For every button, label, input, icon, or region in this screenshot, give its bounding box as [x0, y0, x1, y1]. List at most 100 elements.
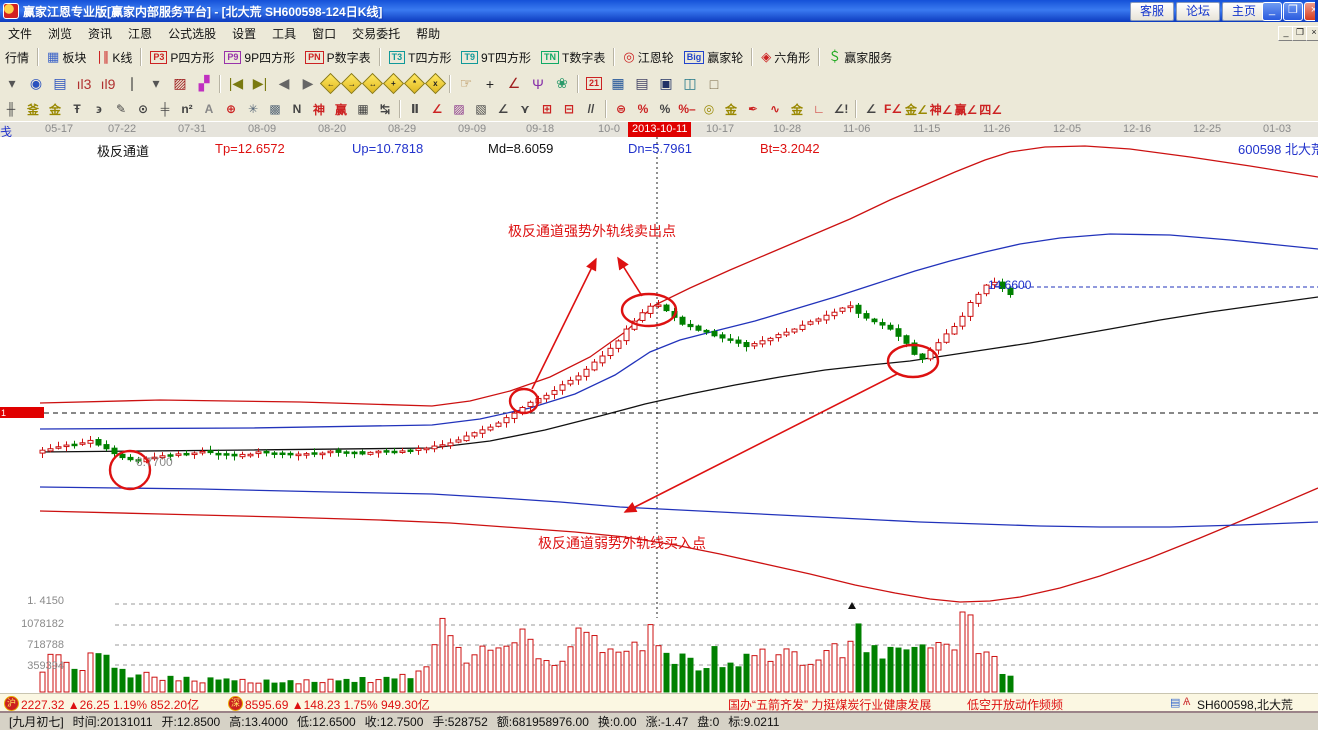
- nav-calendar-icon[interactable]: 21: [583, 74, 605, 94]
- gann-grid-123-icon[interactable]: ▦: [353, 100, 373, 118]
- nav-list-tool-icon[interactable]: ▤: [49, 74, 71, 94]
- list-mini-icon[interactable]: ▤: [1170, 696, 1180, 709]
- gann-gold-gate-2-icon[interactable]: 金: [45, 100, 65, 118]
- gann-shen-tool-icon[interactable]: 神: [309, 100, 329, 118]
- menu-item-资讯[interactable]: 资讯: [80, 23, 120, 44]
- gann-alert-angle-icon[interactable]: ∠!: [831, 100, 851, 118]
- gann-angle-plain-icon[interactable]: ∠: [861, 100, 881, 118]
- toolbar-button-gann-wheel[interactable]: ◎江恩轮: [623, 49, 673, 66]
- date-tick-11-26[interactable]: 11-26: [983, 123, 1010, 135]
- toolbar-button-sectors[interactable]: ▦板块: [47, 49, 86, 66]
- toolbar-button-winner-service[interactable]: ＄赢家服务: [828, 49, 892, 66]
- gann-fan-box-icon[interactable]: ▧: [471, 100, 491, 118]
- gann-a-line-icon[interactable]: A: [199, 100, 219, 118]
- nav-prev-icon[interactable]: ◀: [273, 74, 295, 94]
- gann-ying-tool-icon[interactable]: 赢: [331, 100, 351, 118]
- nav-angle-measure-icon[interactable]: ∠: [503, 74, 525, 94]
- toolbar-button-kline[interactable]: ∣∥K线: [96, 49, 132, 66]
- menu-item-文件[interactable]: 文件: [0, 23, 40, 44]
- toolbar-button-t-square[interactable]: T3T四方形: [389, 49, 452, 66]
- window-minimize-button[interactable]: _: [1262, 2, 1282, 21]
- gann-fan-red-icon[interactable]: ∠: [427, 100, 447, 118]
- gann-gold-gate-1-icon[interactable]: 釜: [23, 100, 43, 118]
- gann-web-square-icon[interactable]: ▩: [265, 100, 285, 118]
- nav-save-icon[interactable]: ▣: [655, 74, 677, 94]
- gann-angle-four-icon[interactable]: 四∠: [979, 100, 1002, 118]
- gann-angle-shen-icon[interactable]: 神∠: [930, 100, 953, 118]
- gann-pen-icon[interactable]: ✎: [111, 100, 131, 118]
- nav-zoom-star-icon[interactable]: *: [404, 73, 425, 94]
- toolbar-button-9p-square[interactable]: P99P四方形: [224, 49, 295, 66]
- gann-pillars-icon[interactable]: Ⅱ: [405, 100, 425, 118]
- gann-percent-icon[interactable]: %: [655, 100, 675, 118]
- menu-item-窗口[interactable]: 窗口: [304, 23, 344, 44]
- date-tick-12-05[interactable]: 12-05: [1053, 123, 1081, 135]
- nav-dropdown-icon[interactable]: ▾: [1, 74, 23, 94]
- date-tick-11-06[interactable]: 11-06: [843, 123, 870, 135]
- nav-crosshair-icon[interactable]: +: [479, 74, 501, 94]
- gann-percent-red-icon[interactable]: %: [633, 100, 653, 118]
- titlebar-link-客服[interactable]: 客服: [1130, 2, 1174, 21]
- toolbar-button-p-square[interactable]: P3P四方形: [150, 49, 214, 66]
- gann-grid-red-1-icon[interactable]: ⊞: [537, 100, 557, 118]
- nav-zoom-right-icon[interactable]: →: [341, 73, 362, 94]
- date-tick-08-29[interactable]: 08-29: [388, 123, 416, 135]
- gann-ink-tool-icon[interactable]: ✒: [743, 100, 763, 118]
- toolbar-button-t-number-table[interactable]: TNT数字表: [541, 49, 605, 66]
- gann-time-circle-icon[interactable]: ⊙: [133, 100, 153, 118]
- nav-purple-tool-icon[interactable]: Ψ: [527, 74, 549, 94]
- gann-angle-ying-icon[interactable]: 赢∠: [955, 100, 978, 118]
- nav-curve-tool-icon[interactable]: ◉: [25, 74, 47, 94]
- nav-bars-9-icon[interactable]: ıl9: [97, 74, 119, 94]
- gann-grid-small-icon[interactable]: ╪: [155, 100, 175, 118]
- date-tick-10-17[interactable]: 10-17: [706, 123, 734, 135]
- gann-j-angle-icon[interactable]: ∟: [809, 100, 829, 118]
- date-tick-08-20[interactable]: 08-20: [318, 123, 346, 135]
- date-tick-09-09[interactable]: 09-09: [458, 123, 486, 135]
- gann-gann-grid-icon[interactable]: ╫: [1, 100, 21, 118]
- nav-first-icon[interactable]: |◀: [225, 74, 247, 94]
- nav-wave-box-icon[interactable]: ▨: [169, 74, 191, 94]
- date-tick-10-28[interactable]: 10-28: [773, 123, 801, 135]
- gann-target-red-icon[interactable]: ⊕: [221, 100, 241, 118]
- gann-scale-tool-icon[interactable]: ⊜: [611, 100, 631, 118]
- date-tick-11-15[interactable]: 11-15: [913, 123, 940, 135]
- date-tick-05-17[interactable]: 05-17: [45, 123, 73, 135]
- nav-hand-pointer-icon[interactable]: ☞: [455, 74, 477, 94]
- date-tick-10-0[interactable]: 10-0: [598, 123, 620, 135]
- titlebar-link-论坛[interactable]: 论坛: [1176, 2, 1220, 21]
- gann-v-dots-icon[interactable]: ⋎: [515, 100, 535, 118]
- gann-angle-f-icon[interactable]: F∠: [883, 100, 903, 118]
- gann-parallel-lines-icon[interactable]: //: [581, 100, 601, 118]
- gann-span-arrows-icon[interactable]: ↹: [375, 100, 395, 118]
- nav-bars-3-icon[interactable]: ıl3: [73, 74, 95, 94]
- gann-spiral-icon[interactable]: ϶: [89, 100, 109, 118]
- nav-candle-style-dropdown-icon[interactable]: ▾: [145, 74, 167, 94]
- gann-star-web-icon[interactable]: ✳: [243, 100, 263, 118]
- gann-f-tool-icon[interactable]: Ŧ: [67, 100, 87, 118]
- toolbar-button-hexagon[interactable]: ◈六角形: [761, 49, 810, 66]
- nav-histogram-icon[interactable]: ▞: [193, 74, 215, 94]
- toolbar-button-p-number-table[interactable]: PNP数字表: [305, 49, 371, 66]
- menu-item-江恩[interactable]: 江恩: [120, 23, 160, 44]
- gann-trend-angle-icon[interactable]: ∠: [493, 100, 513, 118]
- gann-percent-line-icon[interactable]: %–: [677, 100, 697, 118]
- date-tick-07-22[interactable]: 07-22: [108, 123, 136, 135]
- menu-item-公式选股[interactable]: 公式选股: [160, 23, 224, 44]
- gann-fan-purple-icon[interactable]: ▨: [449, 100, 469, 118]
- nav-last-icon[interactable]: ▶|: [249, 74, 271, 94]
- nav-next-icon[interactable]: ▶: [297, 74, 319, 94]
- gann-gold-bar-icon[interactable]: 金: [721, 100, 741, 118]
- gann-grid-red-2-icon[interactable]: ⊟: [559, 100, 579, 118]
- nav-network-icon[interactable]: ◫: [679, 74, 701, 94]
- date-tick-12-25[interactable]: 12-25: [1193, 123, 1221, 135]
- menu-item-帮助[interactable]: 帮助: [408, 23, 448, 44]
- nav-zoom-cross-icon[interactable]: +: [383, 73, 404, 94]
- date-tick-12-16[interactable]: 12-16: [1123, 123, 1151, 135]
- date-tick-08-09[interactable]: 08-09: [248, 123, 276, 135]
- titlebar-link-主页[interactable]: 主页: [1222, 2, 1266, 21]
- gann-n-wave-icon[interactable]: Ν: [287, 100, 307, 118]
- nav-zoom-horizontal-icon[interactable]: ↔: [362, 73, 383, 94]
- menu-item-浏览[interactable]: 浏览: [40, 23, 80, 44]
- gann-gold-line-icon[interactable]: 金: [787, 100, 807, 118]
